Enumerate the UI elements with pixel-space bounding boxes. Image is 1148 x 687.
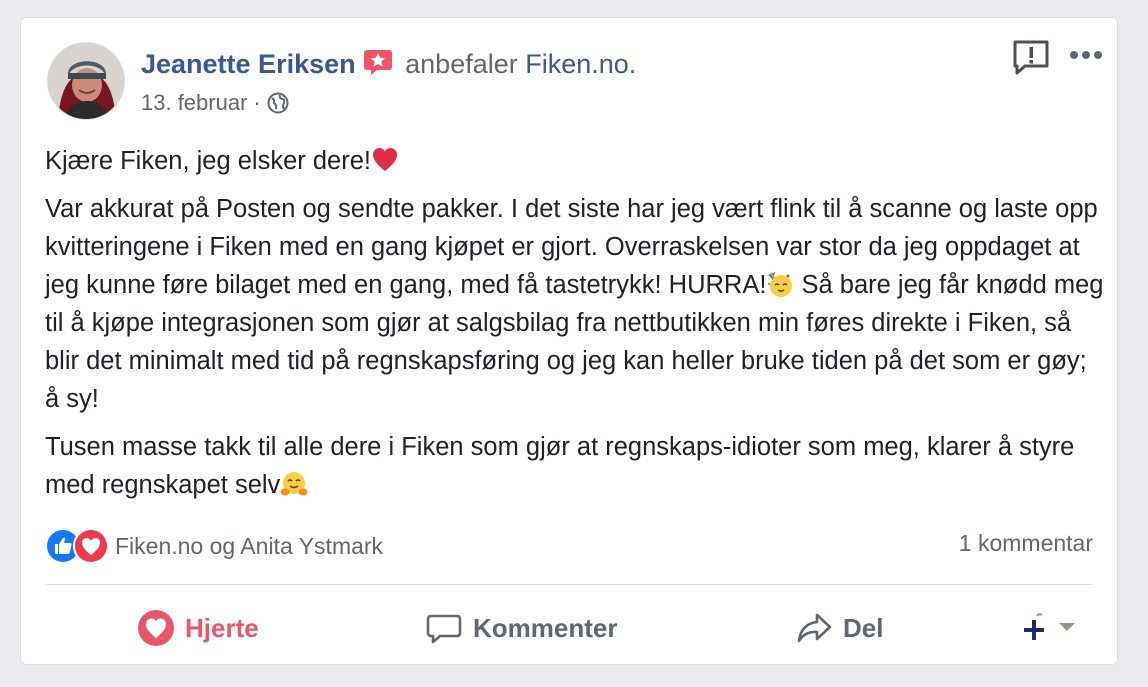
red-heart-icon [371,146,399,174]
reactions-summary[interactable]: Fiken.no og Anita Ystmark [45,528,383,564]
chevron-down-icon [1059,623,1075,631]
report-icon[interactable] [1011,38,1051,78]
recommendation-icon [362,48,394,75]
page-link[interactable]: Fiken.no. [525,49,636,79]
post-paragraph: Tusen masse takk til alle dere i Fiken s… [45,433,1075,499]
post-date[interactable]: 13. februar [141,88,247,118]
add-reaction-icon [1024,613,1044,640]
share-label: Del [843,612,884,643]
actions-divider [45,584,1093,585]
heart-button[interactable]: Hjerte [137,606,259,650]
post-paragraph: Var akkurat på Posten og sendte pakker. … [45,195,1104,413]
comment-count[interactable]: 1 kommentar [959,530,1093,557]
heart-label: Hjerte [185,612,259,643]
more-actions-dropdown[interactable] [1021,612,1077,642]
heart-icon [138,610,174,646]
share-button[interactable]: Del [795,606,883,650]
meta-separator: · [253,90,261,115]
author-name[interactable]: Jeanette Eriksen [141,49,356,79]
more-options-icon[interactable] [1068,44,1104,66]
post-header: Jeanette Eriksen anbefaler Fiken.no. [141,46,636,82]
partying-face-icon [766,270,794,298]
author-avatar[interactable] [47,42,125,120]
comment-icon [426,614,462,644]
globe-icon[interactable] [267,92,289,114]
hugging-face-icon [280,470,308,498]
post-meta: 13. februar · [141,88,289,118]
post-body: Kjære Fiken, jeg elsker dere! Var akkura… [45,142,1105,514]
reactors-names[interactable]: Fiken.no og Anita Ystmark [115,533,383,560]
share-icon [797,613,832,643]
love-reaction-icon [73,528,109,564]
post-paragraph: Kjære Fiken, jeg elsker dere! [45,142,1105,180]
comment-button[interactable]: Kommenter [425,606,617,650]
recommends-text: anbefaler [405,49,518,79]
post-card: Jeanette Eriksen anbefaler Fiken.no. 13.… [20,17,1118,665]
comment-label: Kommenter [473,612,618,643]
